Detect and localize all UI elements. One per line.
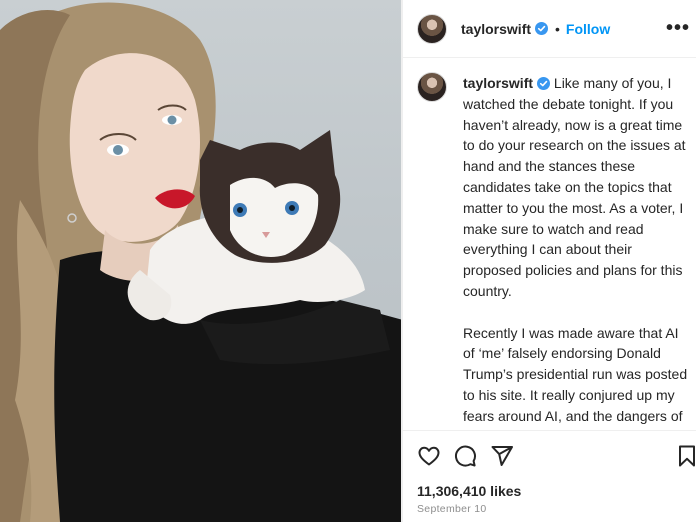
caption-paragraph: taylorswift Like many of you, I watched … (463, 73, 689, 302)
comment-icon[interactable] (453, 444, 477, 468)
separator-dot: • (555, 20, 560, 37)
avatar[interactable] (417, 72, 447, 102)
post-side-panel: taylorswift • Follow ••• taylorswift Lik… (403, 0, 696, 522)
caption-paragraph-1: Like many of you, I watched the debate t… (463, 75, 686, 299)
verified-badge-icon (537, 77, 551, 90)
caption-text: taylorswift Like many of you, I watched … (463, 73, 689, 430)
more-options-icon[interactable]: ••• (666, 18, 690, 38)
username-link[interactable]: taylorswift (461, 21, 531, 37)
follow-button[interactable]: Follow (566, 21, 610, 37)
post-date[interactable]: September 10 (417, 503, 487, 515)
verified-badge-icon (535, 22, 549, 35)
post-photo[interactable] (0, 0, 403, 522)
post-header: taylorswift • Follow ••• (403, 0, 696, 58)
bookmark-icon[interactable] (675, 444, 696, 468)
comments-section[interactable]: taylorswift Like many of you, I watched … (403, 58, 696, 430)
portrait-with-cat-image (0, 2, 403, 522)
action-bar: 11,306,410 likes September 10 (403, 430, 696, 522)
avatar[interactable] (417, 13, 447, 44)
heart-icon[interactable] (417, 444, 441, 468)
likes-count[interactable]: 11,306,410 likes (417, 483, 521, 499)
caption-paragraph-2: Recently I was made aware that AI of ‘me… (463, 324, 688, 430)
paper-plane-icon[interactable] (490, 444, 514, 468)
username-link[interactable]: taylorswift (463, 75, 533, 91)
